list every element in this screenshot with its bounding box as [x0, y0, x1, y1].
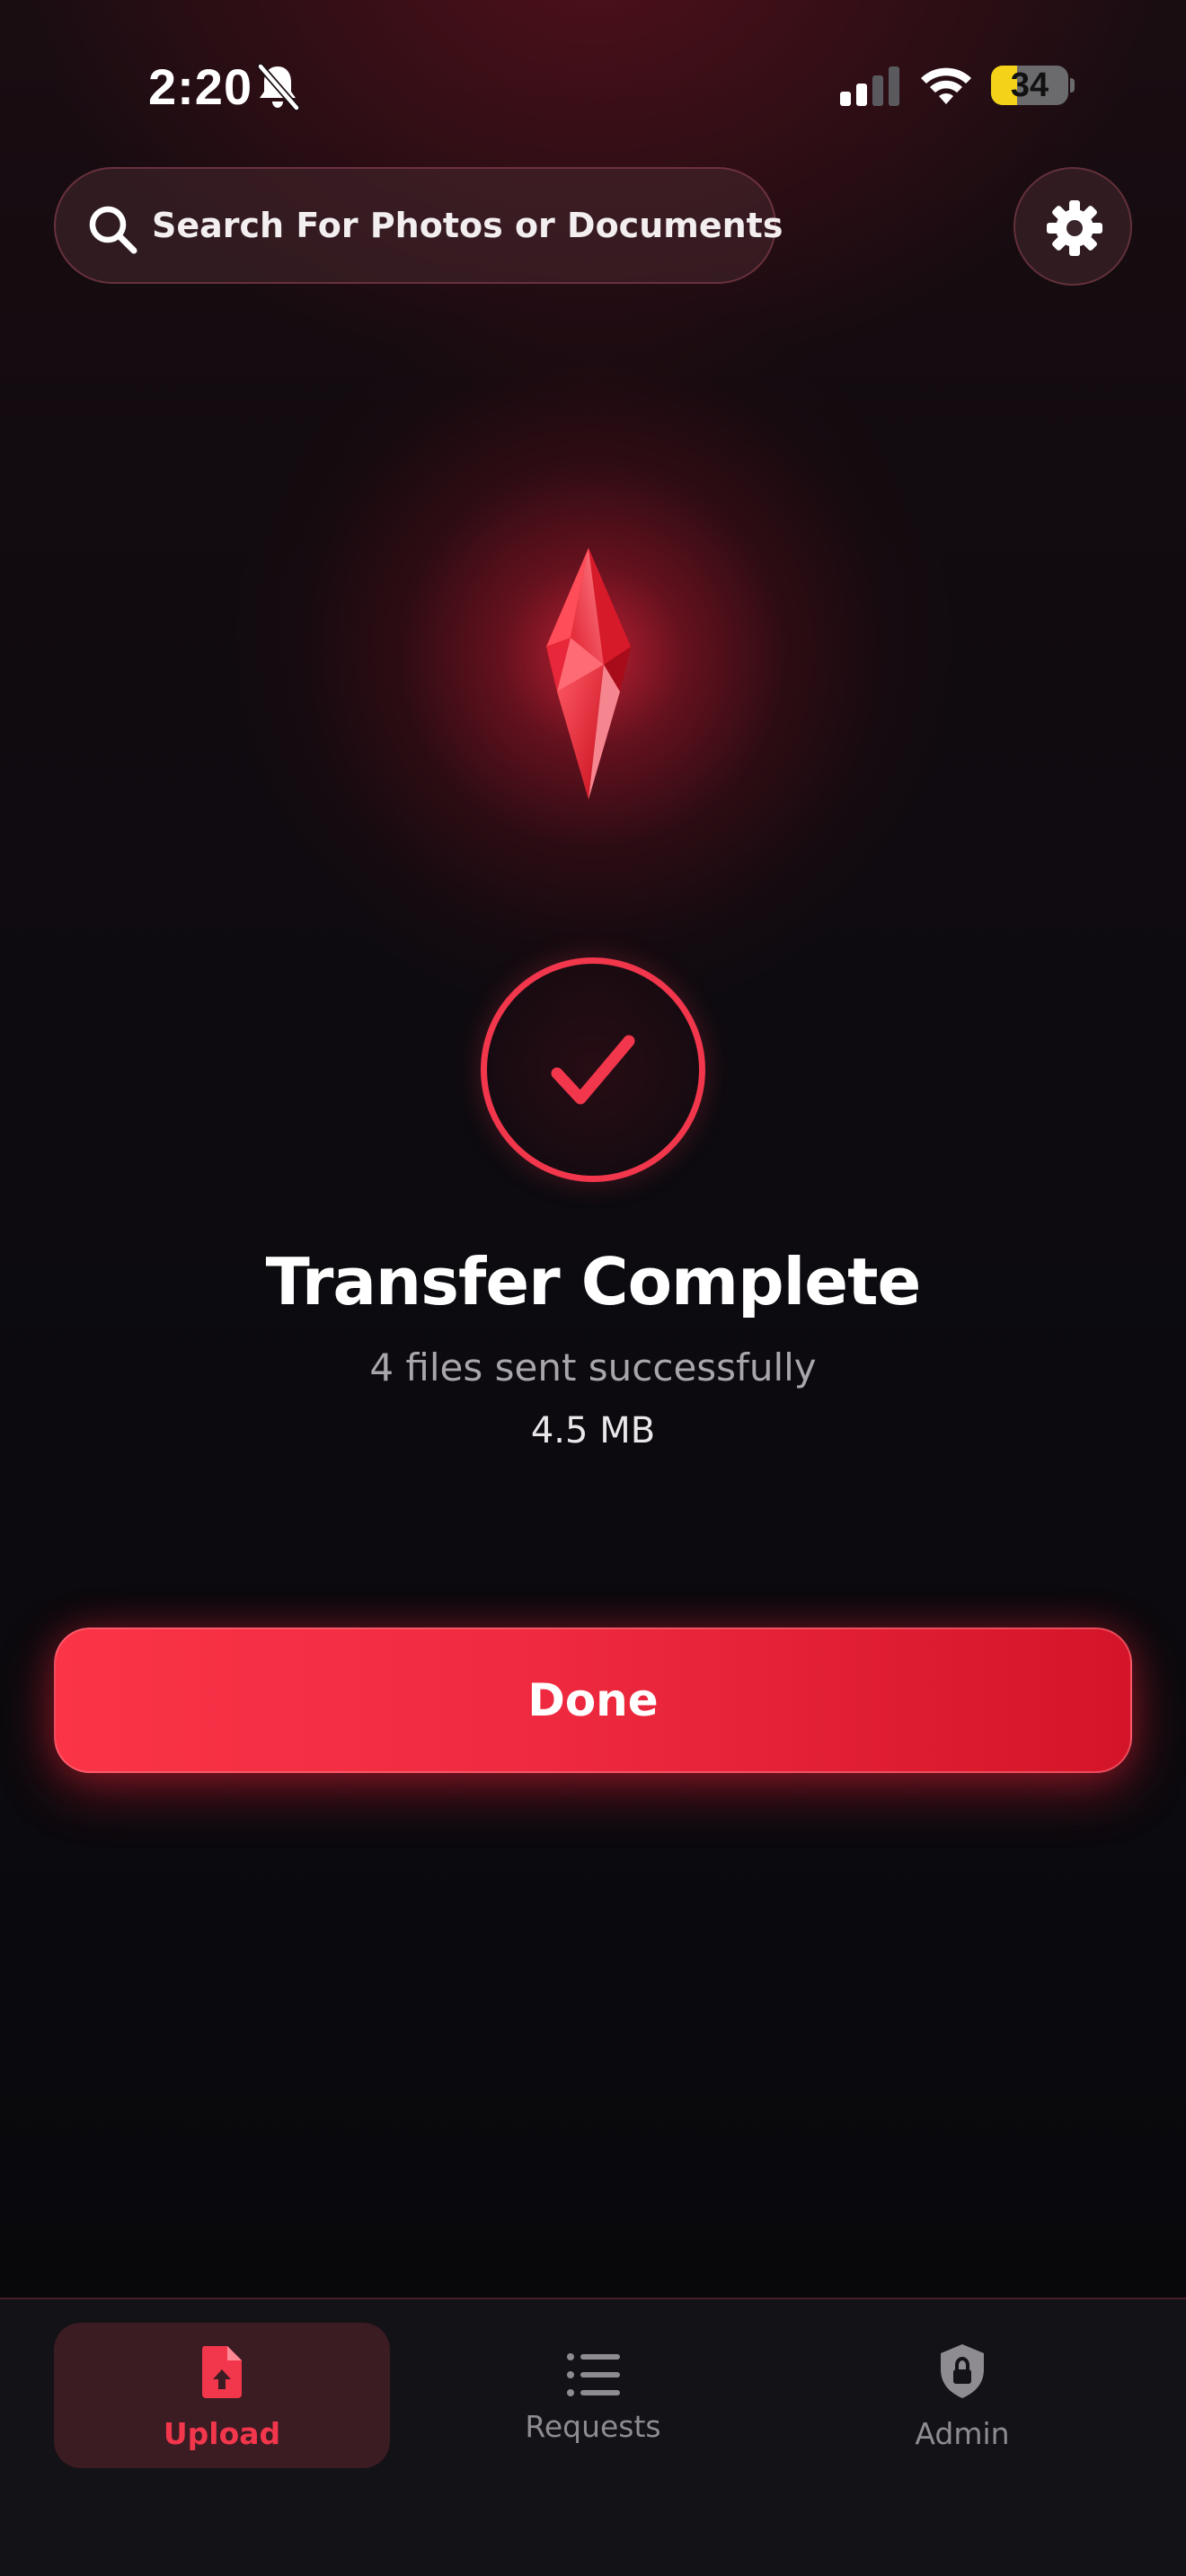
- tab-label: Admin: [915, 2416, 1010, 2451]
- search-input[interactable]: Search For Photos or Documents: [152, 169, 783, 282]
- status-time: 2:20: [148, 58, 253, 115]
- list-icon: [567, 2353, 620, 2396]
- document-upload-icon: [202, 2346, 242, 2398]
- search-icon: [89, 206, 137, 254]
- tab-bar: Upload Requests Admin: [0, 2298, 1186, 2576]
- gear-icon: [1047, 200, 1102, 256]
- status-bar: 2:20 34: [0, 0, 1186, 171]
- tab-requests[interactable]: Requests: [425, 2323, 761, 2468]
- result-subtitle: 4 files sent successfully: [369, 1345, 817, 1389]
- bell-slash-icon: [257, 63, 300, 111]
- settings-button[interactable]: [1013, 167, 1132, 286]
- done-button[interactable]: Done: [54, 1628, 1132, 1773]
- shield-lock-icon: [941, 2344, 984, 2398]
- success-check-circle: [481, 957, 705, 1182]
- red-crystal-icon: [546, 548, 631, 799]
- tab-upload[interactable]: Upload: [54, 2323, 390, 2468]
- battery-nub: [1070, 78, 1075, 93]
- battery-level: 34: [1010, 66, 1049, 104]
- checkmark-icon: [551, 1035, 635, 1105]
- cellular-signal-icon: [840, 66, 899, 106]
- page-title: Transfer Complete: [265, 1244, 922, 1319]
- search-bar[interactable]: Search For Photos or Documents: [54, 167, 783, 284]
- transfer-complete-screen: 2:20 34 Search For Photos or Documents T…: [0, 0, 1186, 2576]
- battery-indicator: 34: [991, 66, 1075, 105]
- battery-body: 34: [991, 66, 1068, 105]
- transfer-size: 4.5 MB: [530, 1410, 656, 1451]
- tab-label: Requests: [525, 2409, 661, 2444]
- tab-label: Upload: [163, 2416, 281, 2451]
- wifi-icon: [921, 67, 971, 104]
- tab-admin[interactable]: Admin: [794, 2323, 1130, 2468]
